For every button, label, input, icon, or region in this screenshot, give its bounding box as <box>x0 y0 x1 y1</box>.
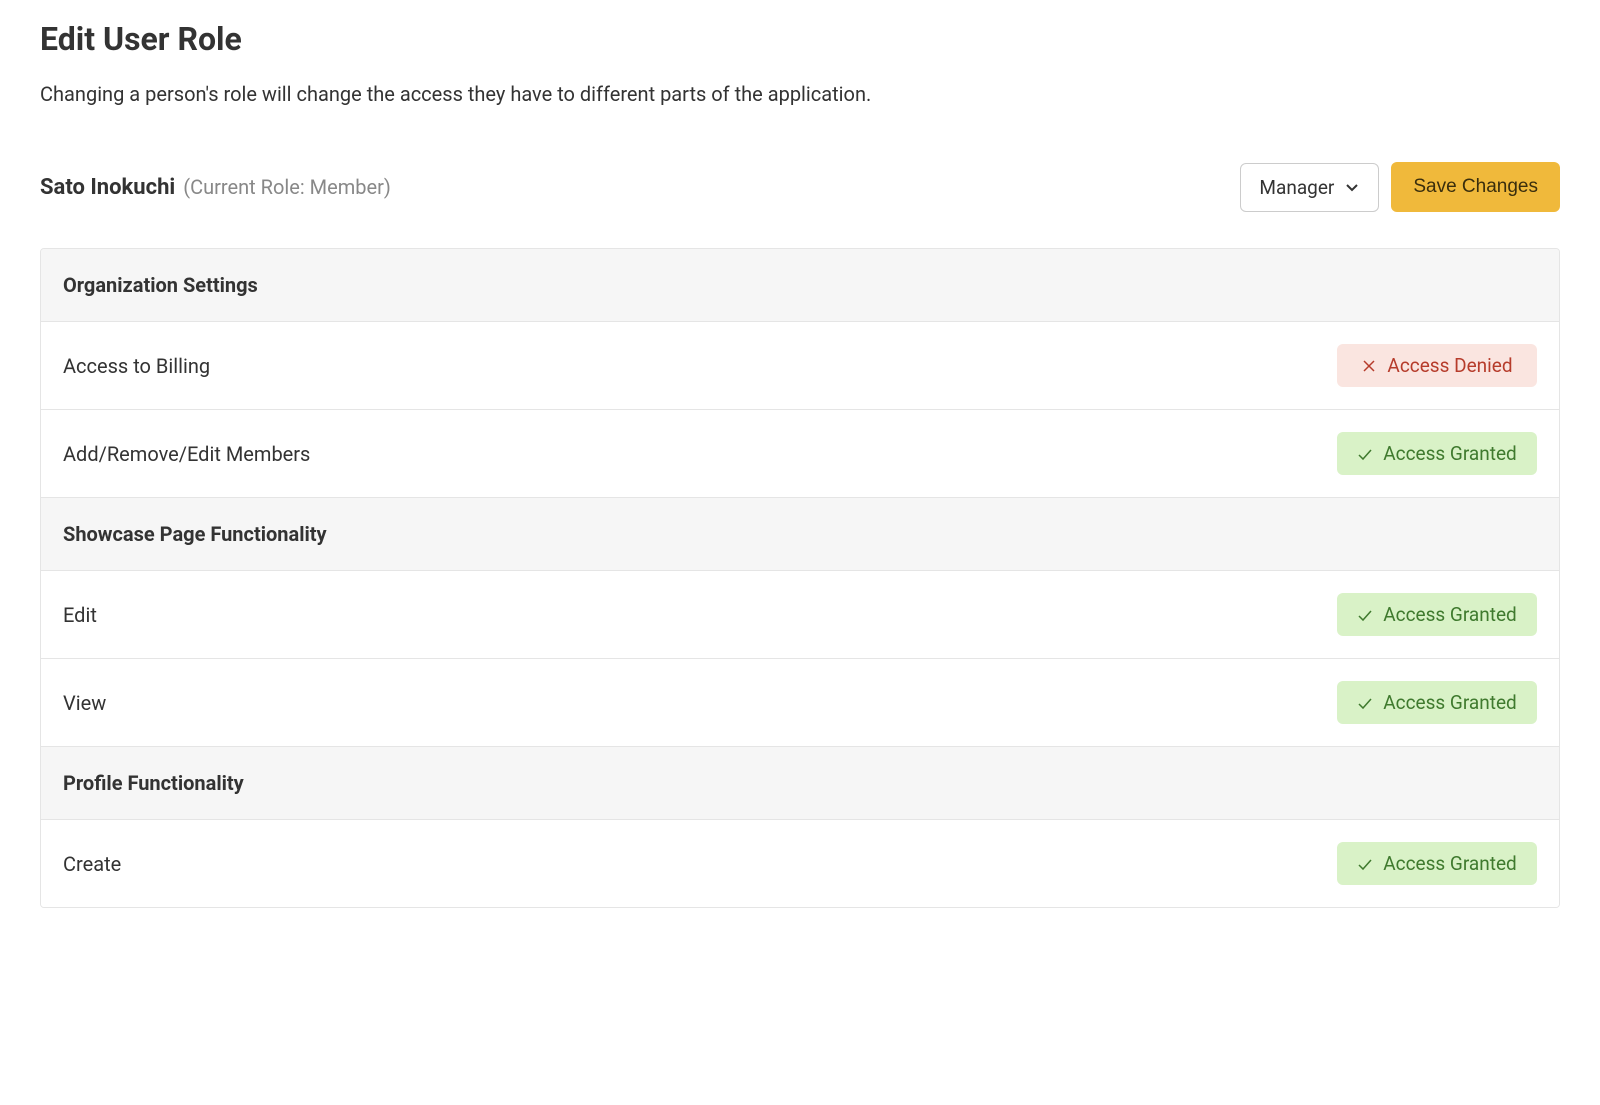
badge-label: Access Granted <box>1383 603 1517 626</box>
badge-label: Access Granted <box>1383 691 1517 714</box>
role-selector-dropdown[interactable]: Manager <box>1240 163 1379 212</box>
access-denied-badge: Access Denied <box>1337 344 1537 387</box>
permission-row: Access to Billing Access Denied <box>41 322 1559 410</box>
section-header-organization-settings: Organization Settings <box>41 249 1559 322</box>
current-role-label: (Current Role: Member) <box>183 175 391 199</box>
page-title: Edit User Role <box>40 20 1560 58</box>
access-granted-badge: Access Granted <box>1337 681 1537 724</box>
badge-label: Access Granted <box>1383 852 1517 875</box>
permission-row: Create Access Granted <box>41 820 1559 907</box>
user-name: Sato Inokuchi <box>40 175 175 200</box>
permission-label: Edit <box>63 603 97 627</box>
access-granted-badge: Access Granted <box>1337 593 1537 636</box>
access-granted-badge: Access Granted <box>1337 432 1537 475</box>
role-dropdown-value: Manager <box>1259 176 1334 199</box>
page-description: Changing a person's role will change the… <box>40 82 1560 106</box>
permissions-table: Organization Settings Access to Billing … <box>40 248 1560 908</box>
save-changes-button[interactable]: Save Changes <box>1391 162 1560 212</box>
access-granted-badge: Access Granted <box>1337 842 1537 885</box>
section-header-profile-functionality: Profile Functionality <box>41 747 1559 820</box>
badge-label: Access Denied <box>1387 354 1512 377</box>
section-header-showcase-page-functionality: Showcase Page Functionality <box>41 498 1559 571</box>
x-icon <box>1361 358 1377 374</box>
check-icon <box>1357 856 1373 872</box>
controls: Manager Save Changes <box>1240 162 1560 212</box>
permission-row: View Access Granted <box>41 659 1559 747</box>
permission-label: Create <box>63 852 121 876</box>
user-header: Sato Inokuchi (Current Role: Member) Man… <box>40 162 1560 212</box>
check-icon <box>1357 446 1373 462</box>
user-info: Sato Inokuchi (Current Role: Member) <box>40 175 391 200</box>
badge-label: Access Granted <box>1383 442 1517 465</box>
permission-row: Add/Remove/Edit Members Access Granted <box>41 410 1559 498</box>
permission-label: View <box>63 691 106 715</box>
permission-row: Edit Access Granted <box>41 571 1559 659</box>
check-icon <box>1357 607 1373 623</box>
chevron-down-icon <box>1344 179 1360 195</box>
permission-label: Add/Remove/Edit Members <box>63 442 310 466</box>
check-icon <box>1357 695 1373 711</box>
permission-label: Access to Billing <box>63 354 210 378</box>
